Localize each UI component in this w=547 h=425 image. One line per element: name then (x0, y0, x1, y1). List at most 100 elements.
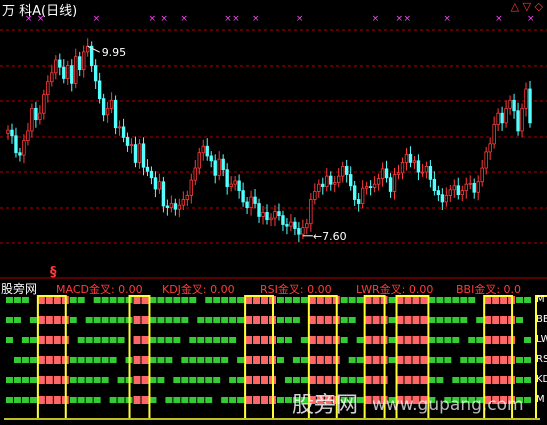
green-cell-5-29 (237, 397, 245, 403)
green-cell-1-34 (276, 317, 284, 323)
green-cell-4-59 (476, 377, 484, 383)
indicator-marker: § (50, 265, 57, 280)
green-cell-4-26 (213, 377, 221, 383)
red-cell-2-39 (316, 336, 324, 344)
candle-body-89 (360, 187, 365, 204)
candle-body-93 (376, 178, 381, 185)
green-cell-1-19 (157, 317, 165, 323)
green-cell-3-26 (213, 357, 221, 363)
red-cell-3-61 (492, 356, 500, 364)
green-cell-1-11 (93, 317, 101, 323)
down-arrow-icon[interactable]: ▽ (523, 0, 531, 13)
green-cell-4-1 (13, 377, 21, 383)
green-cell-4-2 (21, 377, 29, 383)
green-cell-2-65 (524, 337, 531, 343)
candle-body-105 (424, 166, 429, 173)
green-cell-0-1 (13, 297, 21, 303)
stock-chart: × × × × × × × × × × × × × × × × 9.95 ←7.60 股旁网 www.gupan… (0, 14, 547, 420)
green-cell-3-22 (181, 357, 189, 363)
row-label-4: KD (536, 374, 547, 385)
green-cell-0-48 (388, 297, 396, 303)
candle-body-8 (38, 112, 42, 121)
red-cell-3-49 (396, 356, 404, 364)
candle-body-9 (42, 94, 46, 114)
red-cell-2-4 (37, 336, 45, 344)
red-cell-5-45 (364, 396, 372, 404)
green-cell-0-28 (229, 297, 237, 303)
green-cell-4-54 (436, 377, 444, 383)
candle-body-114 (460, 190, 464, 196)
up-arrow-icon[interactable]: △ (511, 0, 519, 13)
green-cell-5-23 (189, 397, 197, 403)
row-label-5: M (536, 394, 545, 405)
green-cell-2-10 (85, 337, 93, 343)
candle-body-50 (205, 145, 209, 157)
green-cell-4-10 (85, 377, 93, 383)
red-cell-0-52 (420, 296, 428, 304)
green-cell-0-12 (101, 297, 109, 303)
green-cell-5-28 (229, 397, 237, 403)
red-cell-1-17 (141, 316, 149, 324)
green-cell-4-18 (149, 377, 157, 383)
red-cell-3-45 (364, 356, 372, 364)
candle-body-37 (153, 177, 158, 190)
candle-body-12 (54, 59, 58, 74)
red-cell-2-62 (500, 336, 508, 344)
candle-body-19 (82, 51, 86, 71)
green-cell-1-14 (117, 317, 125, 323)
red-cell-4-50 (404, 376, 412, 384)
green-cell-4-8 (69, 377, 77, 383)
candle-body-111 (448, 189, 453, 196)
red-cell-4-60 (484, 376, 492, 384)
green-cell-0-8 (69, 297, 77, 303)
red-cell-3-38 (308, 356, 316, 364)
green-cell-1-59 (476, 317, 484, 323)
green-cell-3-24 (197, 357, 205, 363)
green-cell-2-11 (93, 337, 101, 343)
green-cell-4-53 (428, 377, 436, 383)
gold-cross-marker-15: × (527, 14, 535, 24)
red-cell-3-4 (37, 356, 45, 364)
green-cell-3-53 (428, 357, 436, 363)
green-cell-1-55 (444, 317, 452, 323)
red-cell-1-46 (372, 316, 380, 324)
top-right-icons: △ ▽ ◇ (511, 0, 543, 13)
green-cell-0-27 (221, 297, 229, 303)
green-cell-2-19 (157, 337, 165, 343)
green-cell-2-53 (428, 337, 436, 343)
gold-cross-marker-5: × (180, 14, 188, 24)
red-cell-3-6 (53, 356, 61, 364)
candle-body-11 (50, 72, 54, 83)
candle-body-78 (317, 183, 321, 192)
red-cell-3-32 (261, 356, 268, 364)
candle-body-85 (345, 166, 349, 175)
candle-body-71 (289, 221, 293, 227)
candle-body-42 (173, 203, 178, 210)
green-cell-3-55 (444, 357, 452, 363)
red-cell-1-61 (492, 316, 500, 324)
gold-cross-marker-2: × (93, 14, 101, 24)
candle-body-25 (105, 107, 110, 116)
red-cell-1-30 (245, 316, 253, 324)
candle-body-36 (149, 170, 154, 179)
red-cell-4-16 (133, 376, 141, 384)
candle-body-87 (352, 185, 357, 200)
green-cell-3-11 (93, 357, 101, 363)
candle-body-109 (440, 194, 445, 203)
red-cell-1-4 (37, 316, 45, 324)
candle-body-30 (125, 136, 130, 146)
candle-body-117 (472, 182, 476, 193)
green-cell-4-14 (117, 377, 125, 383)
diamond-icon[interactable]: ◇ (535, 0, 543, 13)
candle-body-86 (348, 174, 353, 187)
stock-name: 万 科A (2, 4, 42, 19)
red-cell-4-5 (45, 376, 53, 384)
candle-body-18 (78, 56, 82, 71)
red-cell-5-17 (141, 396, 149, 404)
candle-body-83 (337, 175, 341, 183)
green-cell-4-28 (229, 377, 237, 383)
candle-body-52 (213, 160, 217, 176)
candle-body-7 (34, 107, 38, 121)
red-cell-2-32 (261, 336, 268, 344)
red-cell-0-49 (396, 296, 404, 304)
